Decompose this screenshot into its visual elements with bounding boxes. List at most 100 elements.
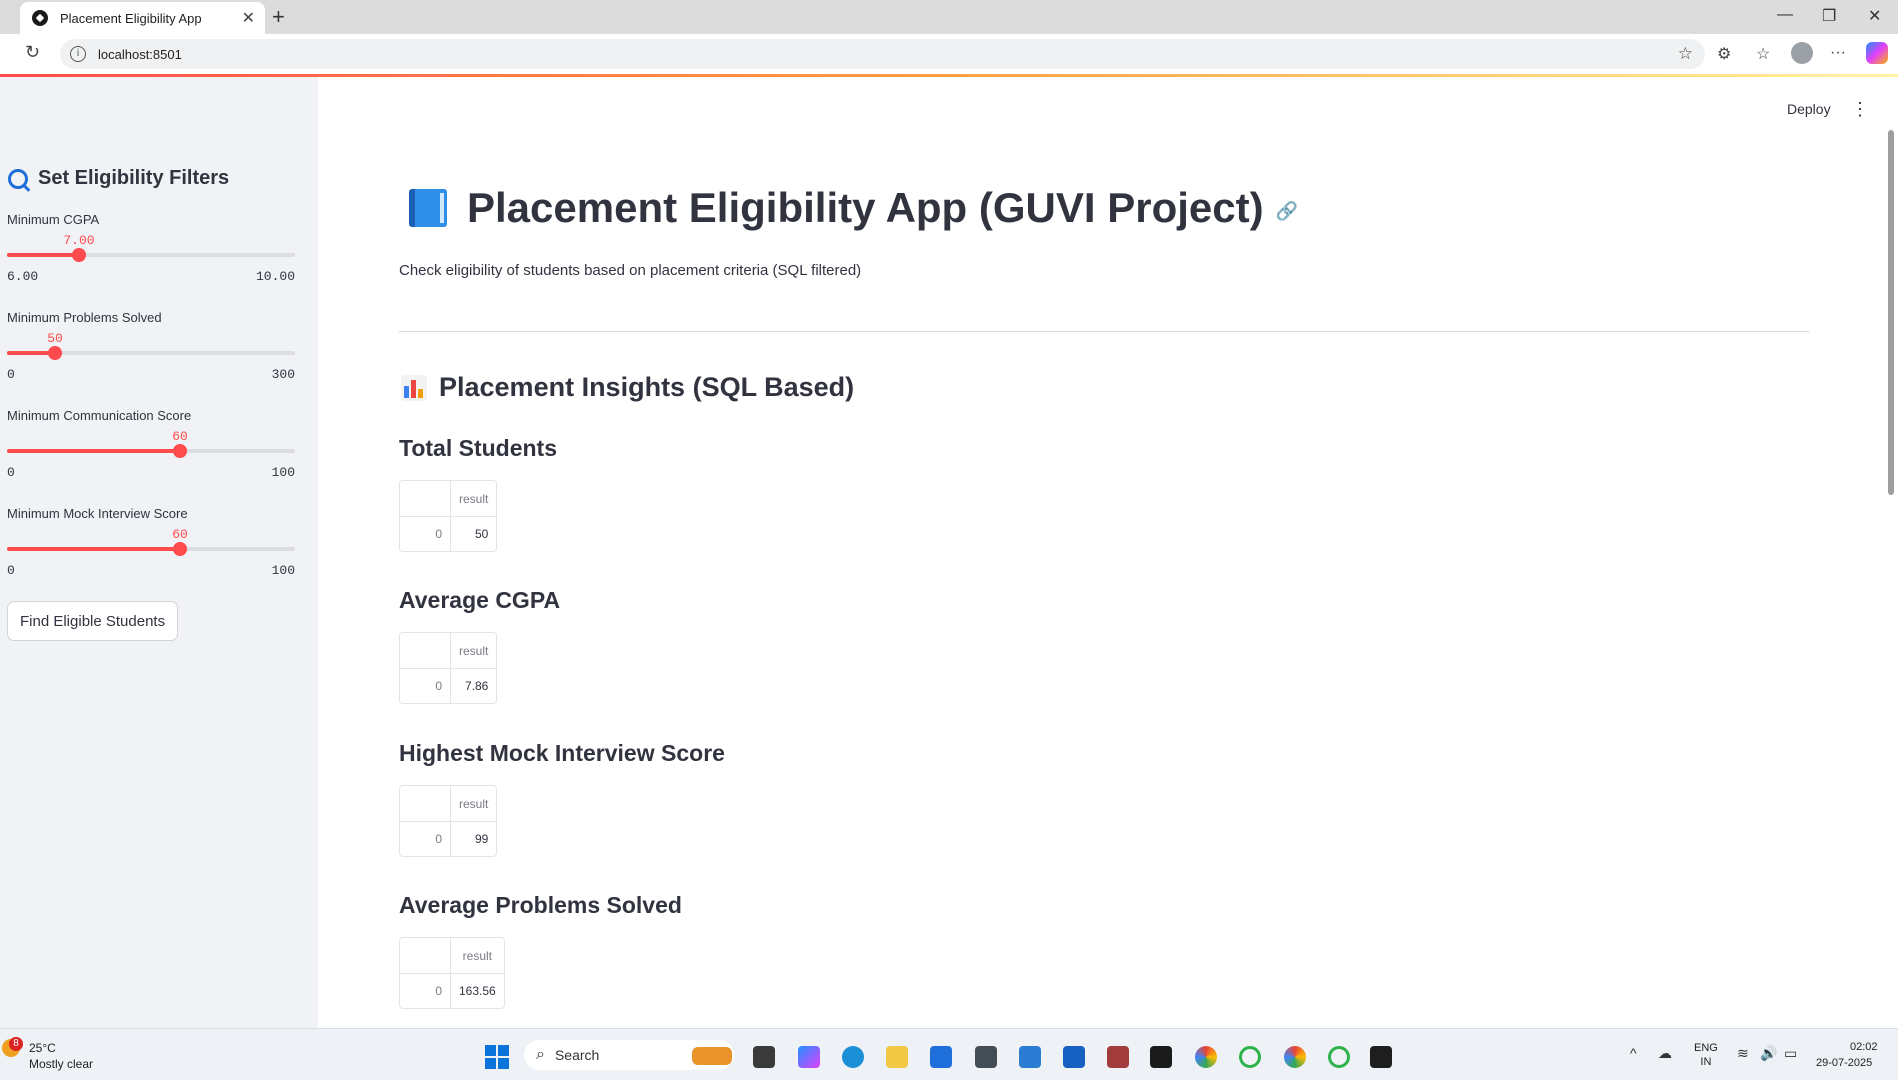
url-field[interactable]: i localhost:8501 ☆ [60, 39, 1705, 69]
main-menu-icon[interactable]: ⋮ [1851, 99, 1869, 120]
store-icon[interactable] [930, 1046, 952, 1068]
restore-icon[interactable]: ❐ [1822, 6, 1836, 26]
task-view-icon[interactable] [753, 1046, 775, 1068]
show-hidden-icons-icon[interactable]: ^ [1630, 1045, 1637, 1061]
sidebar: Set Eligibility Filters Minimum CGPA 7.0… [0, 77, 318, 1028]
vscode-icon[interactable] [1063, 1046, 1085, 1068]
cell-value[interactable]: 99 [451, 822, 497, 857]
slider-thumb[interactable] [72, 248, 86, 262]
slider-max-label: 10.00 [255, 269, 295, 284]
windows-start-icon[interactable] [485, 1045, 509, 1069]
column-header[interactable]: result [450, 938, 504, 974]
language-code: ENG [1694, 1042, 1718, 1054]
slider-thumb[interactable] [173, 444, 187, 458]
dataframe-average-cgpa[interactable]: result 0 7.86 [399, 632, 498, 704]
slider-track[interactable] [7, 248, 295, 262]
winrar-icon[interactable] [1107, 1046, 1129, 1068]
language-indicator[interactable]: ENG IN [1694, 1041, 1718, 1069]
notepad-icon[interactable] [1019, 1046, 1041, 1068]
slider-value: 60 [172, 429, 188, 444]
chrome-profile-icon[interactable] [1284, 1046, 1306, 1068]
profile-avatar[interactable] [1791, 42, 1813, 64]
column-header[interactable]: result [450, 633, 497, 669]
more-menu-icon[interactable]: ··· [1830, 44, 1846, 62]
cell-value[interactable]: 163.56 [451, 974, 504, 1009]
column-header[interactable]: result [450, 481, 497, 517]
extensions-icon[interactable]: ⚙ [1717, 44, 1731, 64]
search-label: Search [554, 1047, 600, 1063]
reload-icon[interactable]: ↻ [25, 42, 40, 63]
section-heading: Placement Insights (SQL Based) [401, 372, 854, 403]
row-index: 0 [400, 821, 451, 856]
copilot-app-icon[interactable] [798, 1046, 820, 1068]
notification-badge: 8 [9, 1037, 23, 1051]
magnifier-icon [8, 168, 28, 189]
url-text: localhost:8501 [98, 46, 182, 62]
clock-time[interactable]: 02:02 [1850, 1041, 1878, 1053]
search-icon: ⌕ [536, 1046, 545, 1063]
metric-title-average-cgpa: Average CGPA [399, 587, 561, 613]
metric-title-total-students: Total Students [399, 435, 558, 461]
volume-icon[interactable]: 🔊 [1760, 1045, 1777, 1062]
slider-max-label: 300 [271, 367, 295, 382]
slider-min-problems: Minimum Problems Solved 50 0 300 [7, 310, 295, 382]
copilot-icon[interactable] [1866, 42, 1888, 64]
dataframe-average-problems[interactable]: result 0 163.56 [399, 937, 505, 1009]
page-title-text: Placement Eligibility App (GUVI Project) [467, 184, 1264, 231]
dataframe-total-students[interactable]: result 0 50 [399, 480, 498, 552]
dataframe-highest-mock-score[interactable]: result 0 99 [399, 785, 498, 857]
favorites-icon[interactable]: ☆ [1756, 44, 1770, 64]
clock-date[interactable]: 29-07-2025 [1816, 1057, 1872, 1069]
minimize-icon[interactable]: — [1777, 6, 1793, 24]
cell-value[interactable]: 50 [451, 517, 497, 552]
divider [399, 331, 1809, 332]
section-heading-text: Placement Insights (SQL Based) [439, 372, 855, 402]
slider-max-label: 100 [271, 563, 295, 578]
table-row: 0 7.86 [400, 668, 497, 704]
region-code: IN [1700, 1056, 1712, 1068]
sync-app-icon[interactable] [1328, 1046, 1350, 1068]
new-tab-icon[interactable]: + [272, 4, 285, 30]
slider-value: 60 [172, 527, 188, 542]
terminal-icon[interactable] [1370, 1046, 1392, 1068]
table-row: 0 99 [400, 821, 497, 857]
table-row: 0 163.56 [400, 973, 504, 1009]
row-index: 0 [400, 973, 451, 1008]
weather-description[interactable]: Mostly clear [29, 1057, 93, 1071]
slider-thumb[interactable] [173, 542, 187, 556]
slider-thumb[interactable] [48, 346, 62, 360]
edge-icon[interactable] [842, 1046, 864, 1068]
scrollbar[interactable] [1888, 130, 1894, 495]
close-window-icon[interactable]: ✕ [1868, 6, 1881, 26]
find-eligible-students-button[interactable]: Find Eligible Students [7, 601, 179, 641]
address-bar: ↻ i localhost:8501 ☆ ⚙ ☆ ··· [0, 34, 1898, 75]
deploy-button[interactable]: Deploy [1787, 101, 1831, 117]
browser-tab[interactable]: Placement Eligibility App ✕ [20, 2, 265, 34]
slider-max-label: 100 [271, 465, 295, 480]
chrome-icon[interactable] [1195, 1046, 1217, 1068]
site-info-icon[interactable]: i [70, 46, 86, 62]
slider-track[interactable] [7, 444, 295, 458]
cell-value[interactable]: 7.86 [451, 669, 497, 704]
wifi-icon[interactable]: ≋ [1737, 1045, 1749, 1062]
slider-min-label: 0 [7, 367, 15, 382]
weather-temperature[interactable]: 25°C [29, 1041, 56, 1055]
slider-value: 50 [47, 331, 63, 346]
search-highlight-icon [692, 1047, 732, 1065]
sticky-notes-icon[interactable] [1150, 1046, 1172, 1068]
refresh-app-icon[interactable] [1239, 1046, 1261, 1068]
column-header[interactable]: result [450, 786, 497, 822]
file-explorer-icon[interactable] [886, 1046, 908, 1068]
onedrive-icon[interactable]: ☁ [1658, 1045, 1672, 1062]
anchor-link-icon[interactable]: 🔗 [1276, 201, 1298, 222]
slider-min-label: 0 [7, 563, 15, 578]
sidebar-header: Set Eligibility Filters [8, 167, 229, 190]
bookmark-star-icon[interactable]: ☆ [1678, 44, 1693, 64]
close-tab-icon[interactable]: ✕ [242, 8, 255, 28]
page-title: Placement Eligibility App (GUVI Project)… [409, 184, 1298, 232]
battery-icon[interactable]: ▭ [1784, 1045, 1797, 1062]
slider-track[interactable] [7, 346, 295, 360]
dev-app-icon[interactable] [975, 1046, 997, 1068]
slider-track[interactable] [7, 542, 295, 556]
blue-book-icon [409, 189, 447, 227]
